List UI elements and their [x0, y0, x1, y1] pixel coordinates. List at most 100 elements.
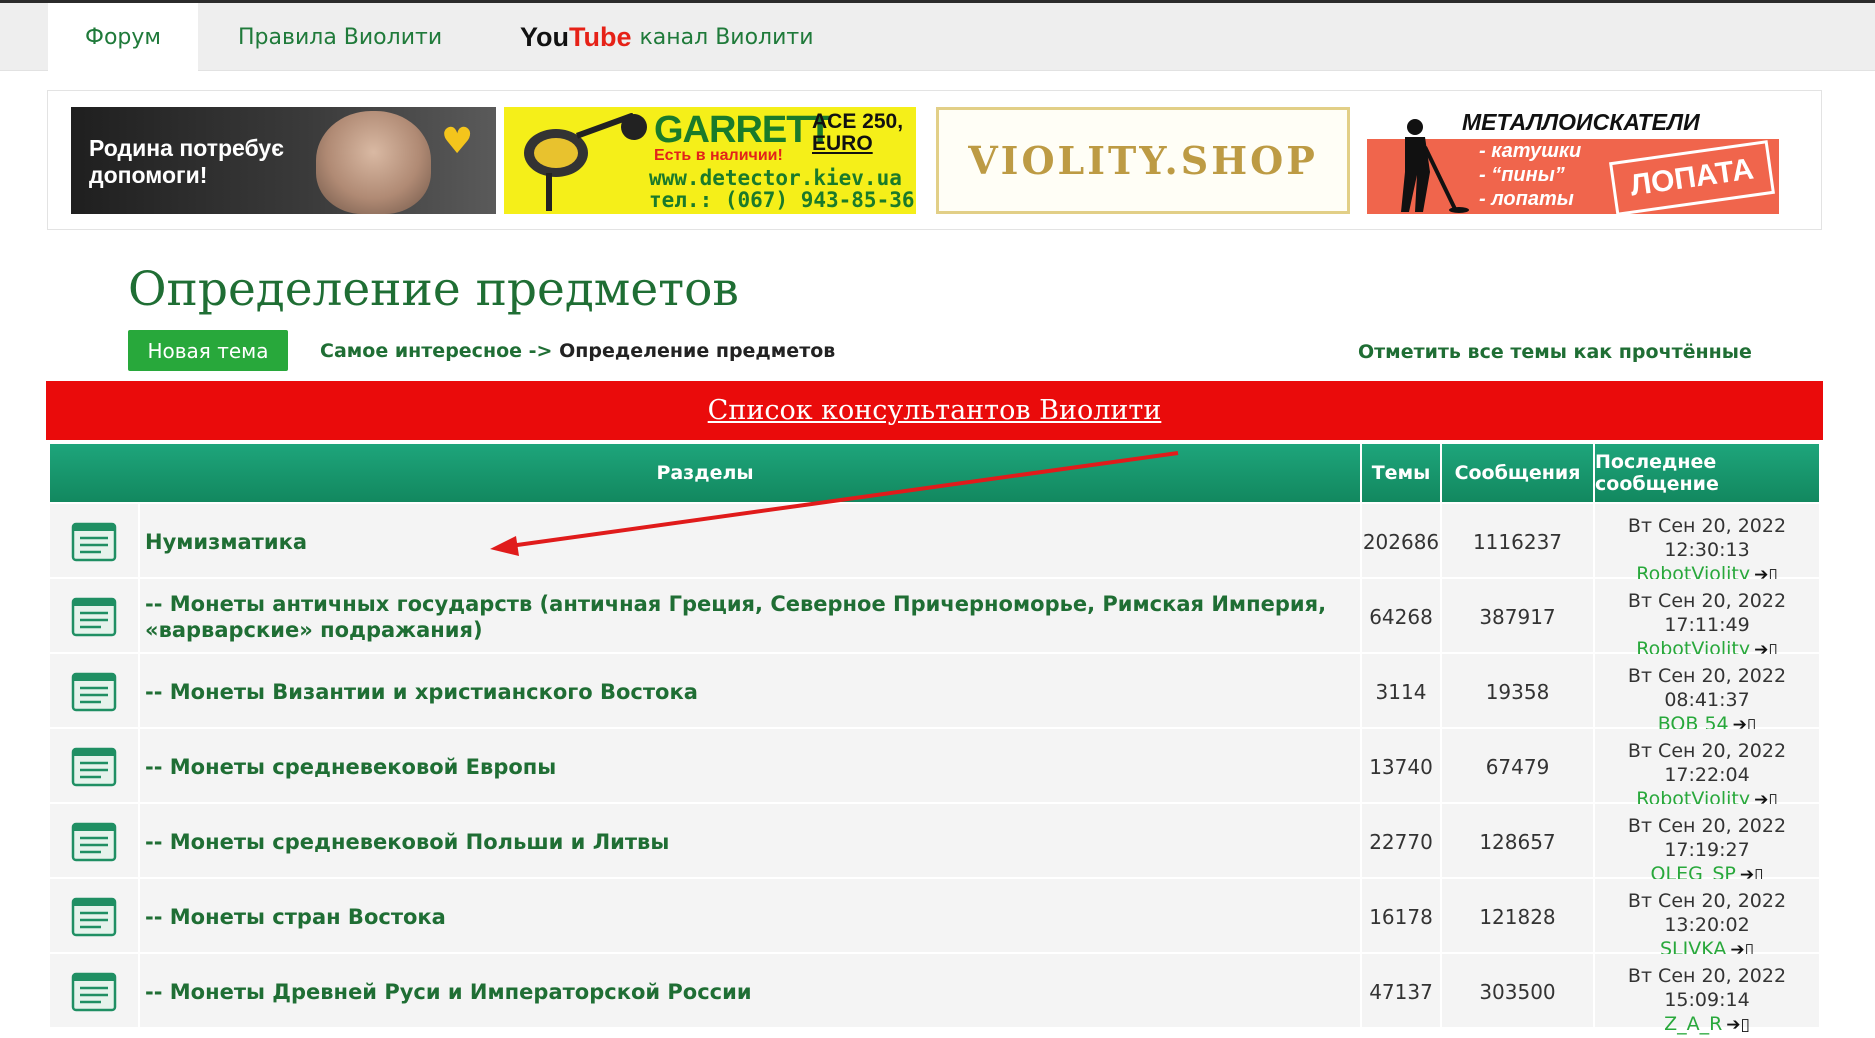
last-post-date: Вт Сен 20, 2022 08:41:37	[1627, 665, 1787, 711]
last-post-date: Вт Сен 20, 2022 17:19:27	[1627, 815, 1787, 861]
topics-count: 64268	[1360, 579, 1440, 654]
forum-row-icon-cell	[50, 879, 138, 954]
last-post-cell: Вт Сен 20, 2022 17:19:27 OLEG_SP ➔▯	[1593, 804, 1819, 885]
go-to-last-post-icon[interactable]: ➔▯	[1726, 1015, 1750, 1035]
banner-ukraine-help[interactable]: Родина потребує допомоги! ♥	[71, 107, 496, 214]
youtube-logo-you: You	[520, 21, 569, 52]
document-list-icon	[71, 672, 117, 711]
garrett-model-line1: ACE 250,	[812, 110, 904, 133]
table-row: -- Монеты средневековой Польши и Литвы 22…	[50, 804, 1819, 885]
banner-violity-shop[interactable]: VIOLITY.SHOP	[936, 107, 1350, 214]
table-row: -- Монеты средневековой Европы 13740 67479…	[50, 729, 1819, 810]
garrett-phone: тел.: (067) 943-85-36	[649, 188, 915, 212]
posts-count: 1116237	[1440, 504, 1593, 579]
youtube-logo-tube: Tube	[569, 21, 632, 52]
forum-title-cell: -- Монеты античных государств (античная …	[138, 579, 1360, 654]
tab-rules-label: Правила Виолити	[238, 24, 443, 50]
posts-count: 67479	[1440, 729, 1593, 804]
forum-row-icon-cell	[50, 654, 138, 729]
consultants-link[interactable]: Список консультантов Виолити	[708, 395, 1162, 426]
forum-section-link[interactable]: -- Монеты Древней Руси и Императорской Р…	[145, 979, 752, 1005]
forum-title-cell: -- Монеты Византии и христианского Восто…	[138, 654, 1360, 729]
forum-row-icon-cell	[50, 504, 138, 579]
garrett-contacts: www.detector.kiev.ua тел.: (067) 943-85-3…	[649, 167, 915, 211]
tab-rules[interactable]: Правила Виолити	[238, 3, 442, 71]
document-list-icon	[71, 747, 117, 786]
tab-forum[interactable]: Форум	[48, 3, 198, 71]
banner-metal-detectors[interactable]: МЕТАЛЛОИСКАТЕЛИ - катушки - “пины” - лоп…	[1367, 107, 1779, 214]
youtube-logo: YouTube	[520, 22, 632, 53]
last-post-cell: Вт Сен 20, 2022 17:11:49 RobotViolity ➔▯	[1593, 579, 1819, 660]
breadcrumb-parent-link[interactable]: Самое интересное	[320, 340, 522, 362]
last-post-date: Вт Сен 20, 2022 15:09:14	[1627, 965, 1787, 1011]
last-post-cell: Вт Сен 20, 2022 15:09:14 Z_A_R ➔▯	[1593, 954, 1819, 1035]
banner-ukraine-line1: Родина потребує	[89, 135, 284, 161]
violity-shop-text: VIOLITY.SHOP	[968, 138, 1318, 183]
posts-count: 303500	[1440, 954, 1593, 1029]
forum-title-cell: -- Монеты средневековой Европы	[138, 729, 1360, 804]
document-list-icon	[71, 897, 117, 936]
topics-count: 47137	[1360, 954, 1440, 1029]
posts-count: 19358	[1440, 654, 1593, 729]
forum-row-icon-cell	[50, 954, 138, 1029]
last-post-date: Вт Сен 20, 2022 17:11:49	[1627, 590, 1787, 636]
forum-section-link[interactable]: -- Монеты античных государств (античная …	[145, 591, 1360, 643]
banner-garrett[interactable]: GARRETT ACE 250, EURO Есть в наличии! www…	[504, 107, 916, 214]
garrett-url: www.detector.kiev.ua	[649, 166, 902, 190]
banner-ukraine-text: Родина потребує допомоги!	[89, 135, 284, 189]
topics-count: 16178	[1360, 879, 1440, 954]
tab-youtube[interactable]: YouTube канал Виолити	[520, 3, 814, 71]
consultants-bar: Список консультантов Виолити	[46, 381, 1823, 440]
detectors-list: - катушки - “пины” - лопаты	[1479, 139, 1581, 211]
detectors-item-coils: - катушки	[1479, 140, 1582, 162]
posts-count: 387917	[1440, 579, 1593, 654]
table-row: -- Монеты Византии и христианского Восто…	[50, 654, 1819, 735]
posts-count: 128657	[1440, 804, 1593, 879]
last-post-cell: Вт Сен 20, 2022 13:20:02 SLIVKA ➔▯	[1593, 879, 1819, 960]
table-row: -- Монеты Древней Руси и Императорской Р…	[50, 954, 1819, 1035]
forum-title-cell: Нумизматика	[138, 504, 1360, 579]
forum-section-link[interactable]: -- Монеты Византии и христианского Восто…	[145, 679, 698, 705]
breadcrumb: Самое интересное -> Определение предмето…	[320, 340, 835, 362]
detectors-item-pins: - “пины”	[1479, 164, 1565, 186]
topics-count: 13740	[1360, 729, 1440, 804]
topics-count: 202686	[1360, 504, 1440, 579]
breadcrumb-current: Определение предметов	[559, 340, 836, 362]
forum-row-icon-cell	[50, 579, 138, 654]
last-post-cell: Вт Сен 20, 2022 12:30:13 RobotViolity ➔▯	[1593, 504, 1819, 585]
mark-all-read-link[interactable]: Отметить все темы как прочтённые	[1358, 341, 1752, 363]
forum-section-link[interactable]: -- Монеты средневековой Польши и Литвы	[145, 829, 669, 855]
garrett-model: ACE 250, EURO	[812, 111, 903, 155]
forum-title-cell: -- Монеты Древней Руси и Императорской Р…	[138, 954, 1360, 1029]
child-photo	[316, 111, 431, 214]
forum-section-link[interactable]: -- Монеты стран Востока	[145, 904, 446, 930]
topics-count: 22770	[1360, 804, 1440, 879]
garrett-stock: Есть в наличии!	[654, 147, 783, 164]
last-post-cell: Вт Сен 20, 2022 17:22:04 RobotViolity ➔▯	[1593, 729, 1819, 810]
table-row: -- Монеты стран Востока 16178 121828 Вт Сен…	[50, 879, 1819, 960]
breadcrumb-separator: ->	[528, 340, 553, 362]
header-topics: Темы	[1360, 444, 1440, 502]
last-post-cell: Вт Сен 20, 2022 08:41:37 BOB 54 ➔▯	[1593, 654, 1819, 735]
last-post-date: Вт Сен 20, 2022 12:30:13	[1627, 515, 1787, 561]
document-list-icon	[71, 822, 117, 861]
document-list-icon	[71, 972, 117, 1011]
banner-strip: Родина потребує допомоги! ♥ GARRETT ACE 2…	[47, 90, 1822, 230]
forum-row-icon-cell	[50, 729, 138, 804]
forum-row-icon-cell	[50, 804, 138, 879]
header-sections: Разделы	[656, 462, 754, 484]
forum-title-cell: -- Монеты средневековой Польши и Литвы	[138, 804, 1360, 879]
forum-title-cell: -- Монеты стран Востока	[138, 879, 1360, 954]
forum-section-link[interactable]: Нумизматика	[145, 529, 307, 555]
searcher-silhouette-icon	[1401, 119, 1469, 213]
header-last-post: Последнее сообщение	[1593, 444, 1819, 502]
new-topic-button[interactable]: Новая тема	[128, 330, 288, 371]
last-post-user[interactable]: Z_A_R	[1664, 1013, 1722, 1035]
table-row: -- Монеты античных государств (античная …	[50, 579, 1819, 660]
forum-section-link[interactable]: -- Монеты средневековой Европы	[145, 754, 556, 780]
heart-icon: ♥	[441, 121, 474, 162]
detectors-heading: МЕТАЛЛОИСКАТЕЛИ	[1462, 109, 1700, 135]
document-list-icon	[71, 522, 117, 561]
document-list-icon	[71, 597, 117, 636]
detectors-item-shovels: - лопаты	[1479, 188, 1574, 210]
